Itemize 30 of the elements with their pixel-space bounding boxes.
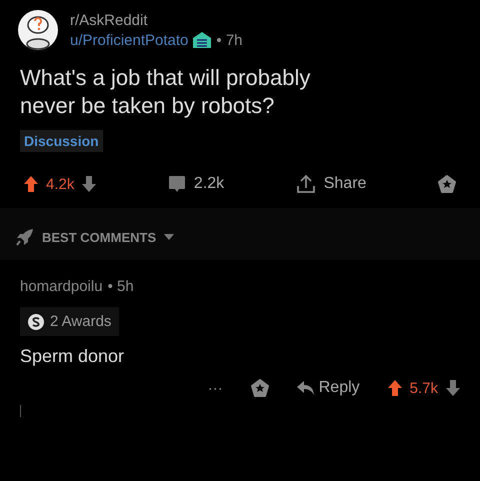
comment-time: • 5h <box>108 278 134 295</box>
upvote-icon[interactable] <box>388 380 402 396</box>
award-icon[interactable] <box>250 379 269 397</box>
vote-score: 4.2k <box>46 176 74 192</box>
sort-button[interactable]: BEST COMMENTS <box>0 208 480 260</box>
subreddit-name[interactable]: r/AskReddit <box>70 12 243 28</box>
share-label[interactable]: Share <box>324 175 366 193</box>
house-icon <box>193 32 212 48</box>
share-icon[interactable] <box>296 174 316 194</box>
post-title: What's a job that will probably never be taken by robots? <box>19 64 312 120</box>
downvote-icon[interactable] <box>82 176 96 192</box>
flair-tag: Discussion <box>20 130 103 152</box>
reply-arrow-icon <box>296 381 315 395</box>
post-time: • 7h <box>216 32 243 48</box>
comment-count: 2.2k <box>194 175 224 193</box>
author-link[interactable]: u/ProficientPotato <box>70 32 188 48</box>
award-icon[interactable] <box>438 175 456 193</box>
comment-body: Sperm donor <box>20 346 126 367</box>
more-options[interactable]: ··· <box>208 380 223 396</box>
award-coin-icon <box>28 314 44 330</box>
caret-icon <box>164 234 174 240</box>
rocket-icon <box>16 228 34 246</box>
downvote-icon[interactable] <box>446 380 460 396</box>
upvote-icon[interactable] <box>24 176 38 192</box>
subreddit-avatar-icon[interactable] <box>18 10 58 50</box>
comment-author[interactable]: homardpoilu <box>20 278 103 295</box>
awards-badge[interactable]: 2 Awards <box>20 307 120 336</box>
comment-icon[interactable] <box>168 175 186 193</box>
vote-score: 5.7k <box>410 380 438 396</box>
reply-button[interactable]: Reply <box>296 379 360 397</box>
